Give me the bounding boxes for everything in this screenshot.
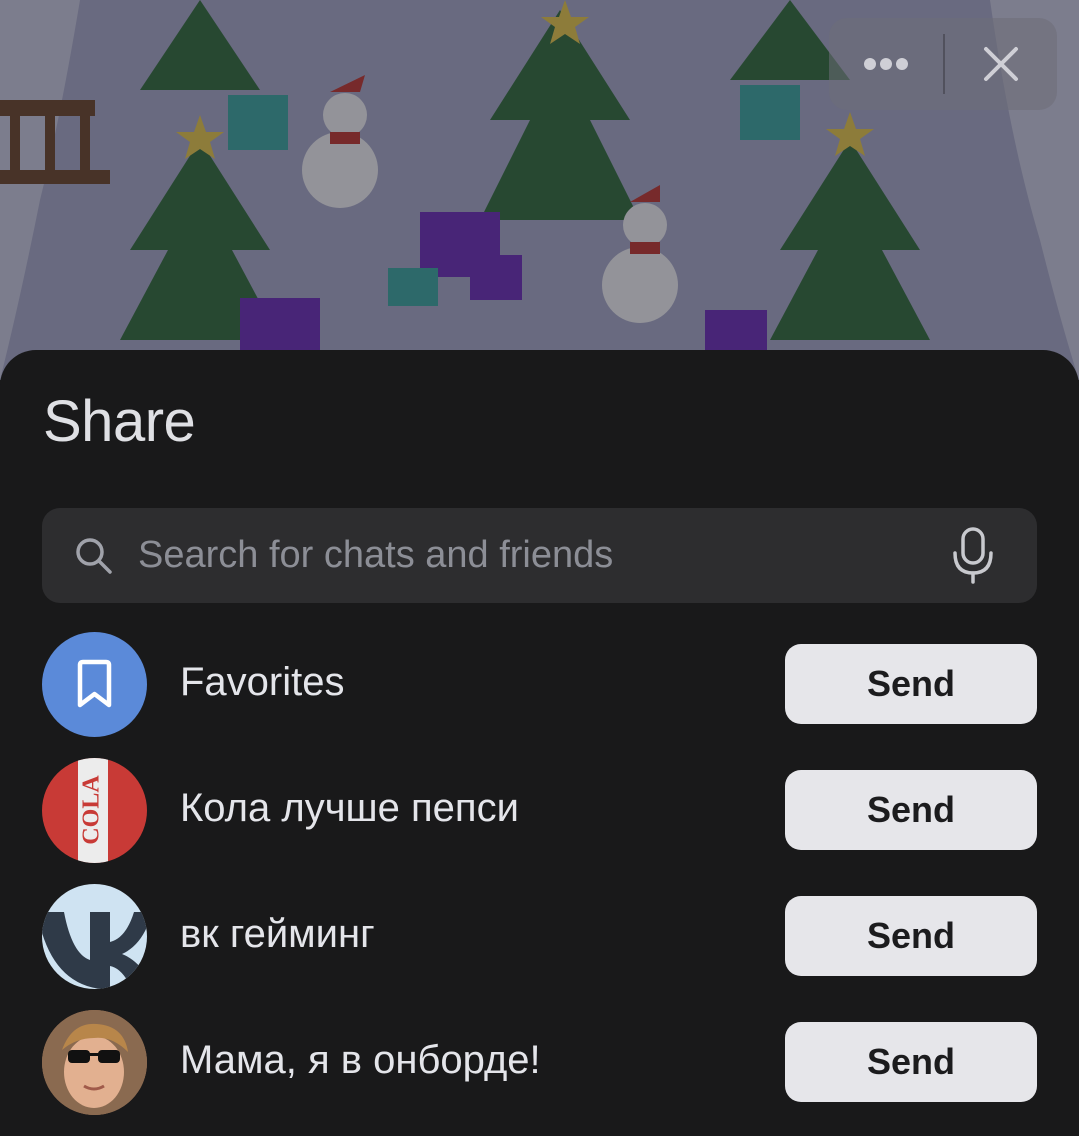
more-menu-button[interactable] bbox=[829, 18, 943, 110]
chat-name: вк гейминг bbox=[180, 912, 375, 956]
bookmark-icon bbox=[42, 632, 147, 737]
close-icon bbox=[984, 47, 1018, 81]
user-photo bbox=[42, 1010, 147, 1115]
sheet-title: Share bbox=[43, 389, 196, 454]
close-button[interactable] bbox=[945, 18, 1057, 110]
search-bar[interactable] bbox=[42, 508, 1037, 603]
send-button[interactable]: Send bbox=[785, 644, 1037, 724]
vk-logo bbox=[42, 884, 147, 989]
send-button[interactable]: Send bbox=[785, 770, 1037, 850]
send-button[interactable]: Send bbox=[785, 1022, 1037, 1102]
list-item[interactable]: COLA Кола лучше пепси Send bbox=[0, 756, 1079, 882]
chat-name: Кола лучше пепси bbox=[180, 786, 519, 830]
more-dots-icon bbox=[864, 58, 908, 70]
svg-text:COLA: COLA bbox=[79, 775, 105, 845]
list-item[interactable]: вк гейминг Send bbox=[0, 882, 1079, 1008]
cola-logo: COLA bbox=[42, 758, 147, 863]
microphone-icon[interactable] bbox=[933, 526, 1013, 585]
search-input[interactable] bbox=[134, 508, 933, 603]
list-item[interactable]: Мама, я в онборде! Send bbox=[0, 1008, 1079, 1134]
search-icon bbox=[74, 536, 134, 576]
send-button[interactable]: Send bbox=[785, 896, 1037, 976]
share-sheet: Share Favorites Send bbox=[0, 350, 1079, 1136]
chat-name: Favorites bbox=[180, 660, 345, 704]
list-item[interactable]: Favorites Send bbox=[0, 630, 1079, 756]
app-controls-capsule bbox=[829, 18, 1057, 110]
chat-name: Мама, я в онборде! bbox=[180, 1038, 541, 1082]
